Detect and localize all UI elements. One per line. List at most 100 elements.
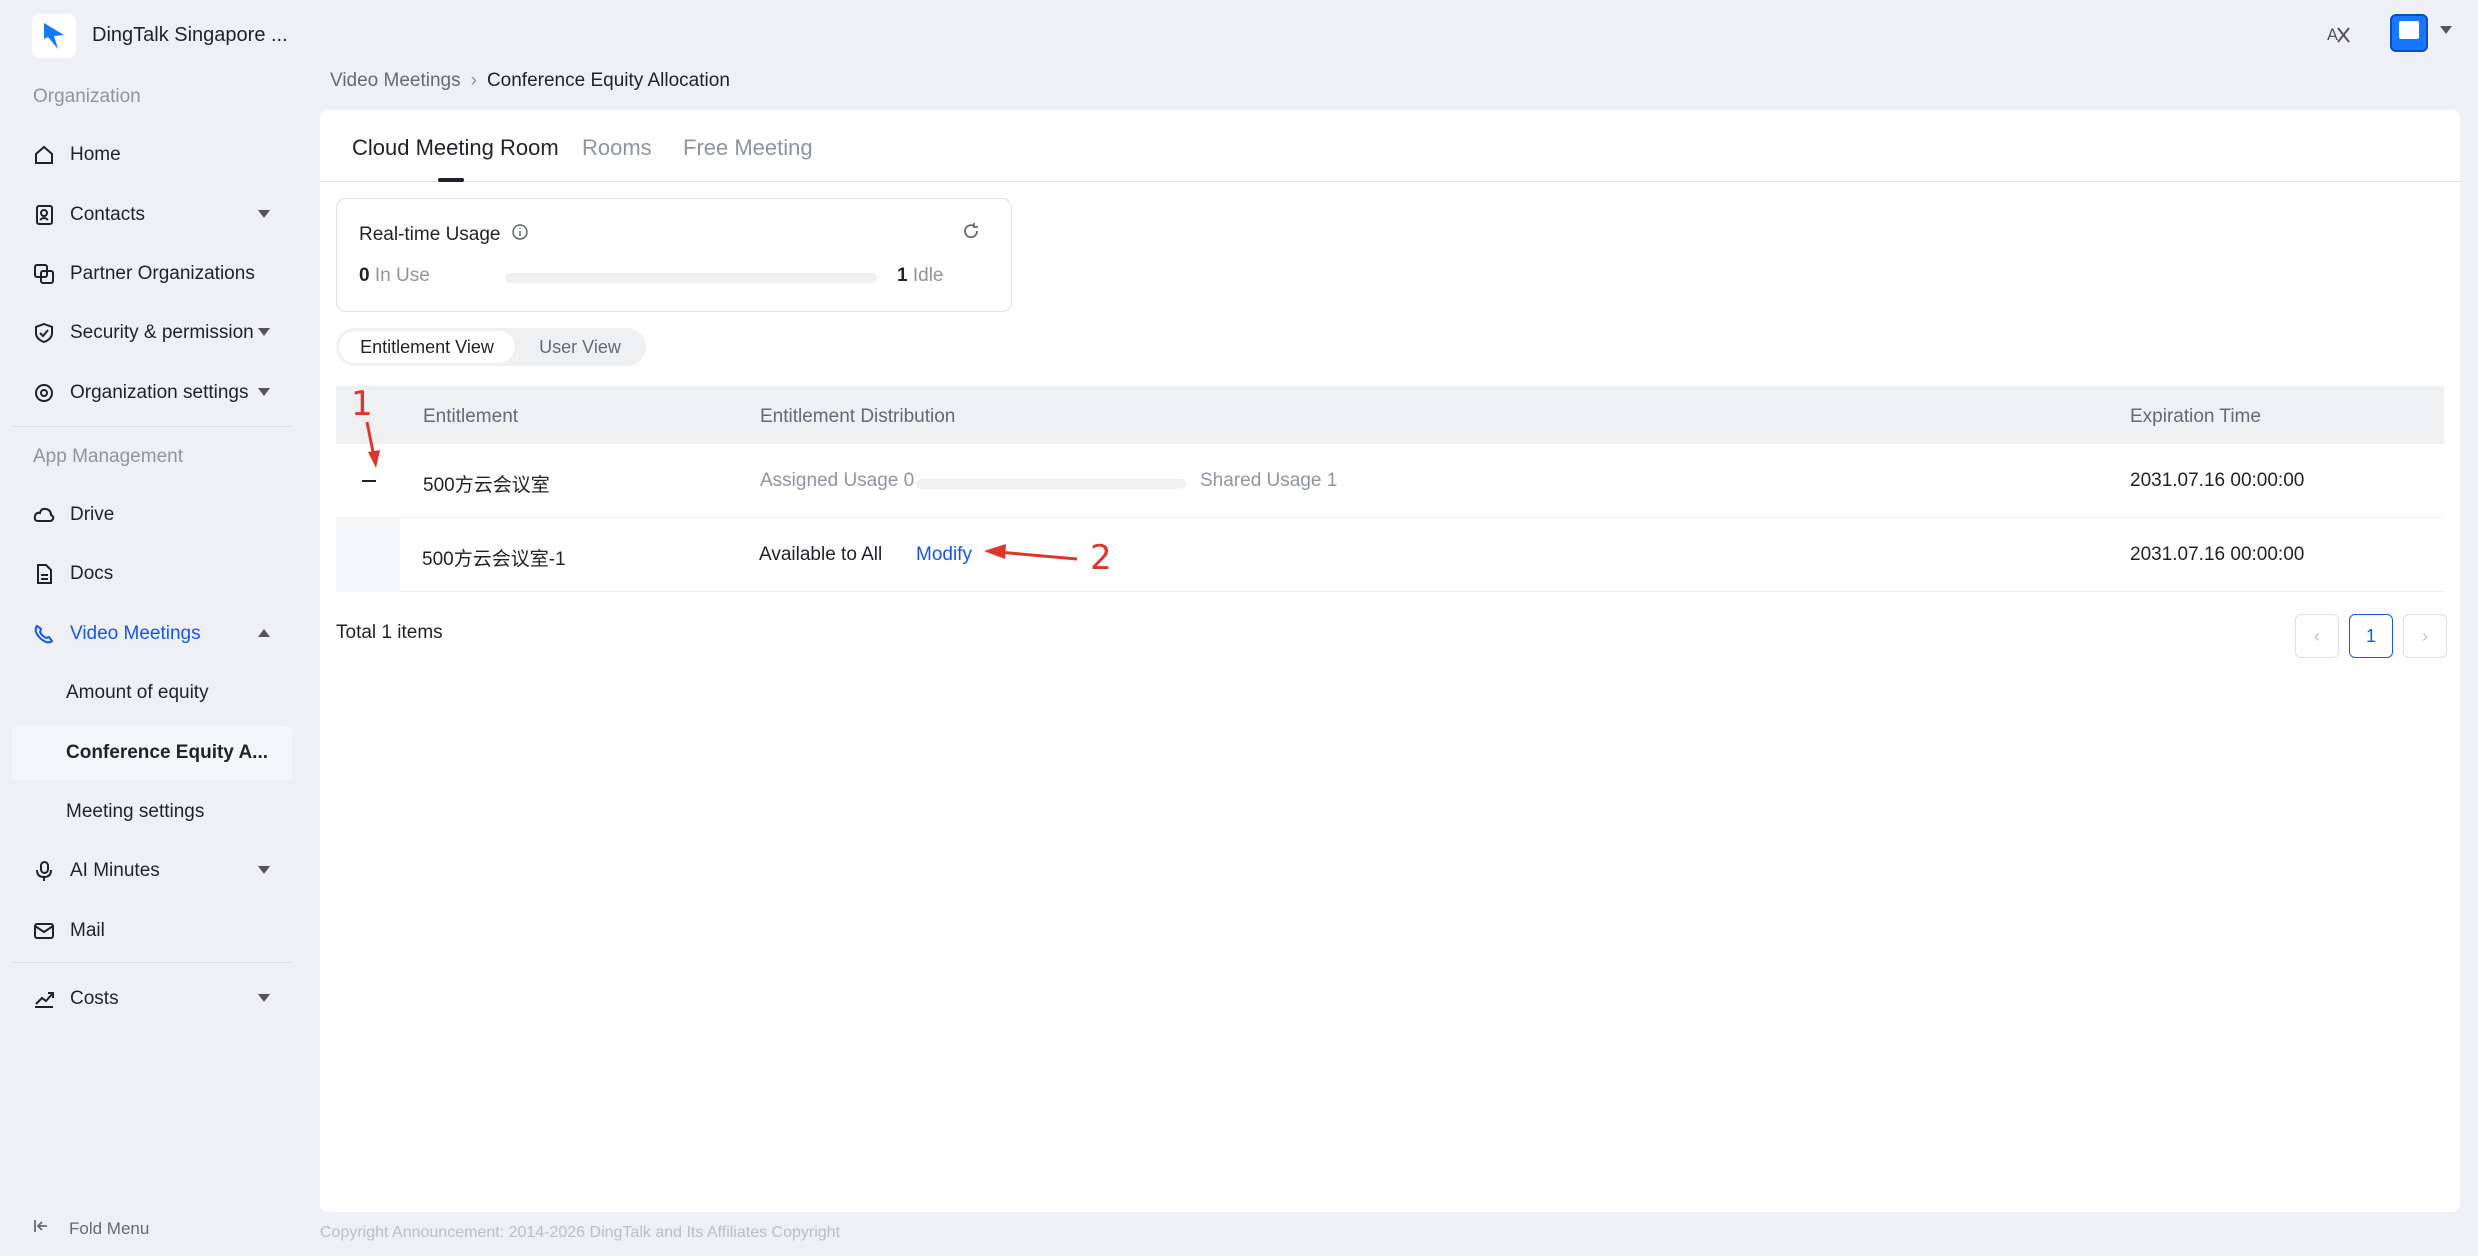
org-switcher[interactable]: DingTalk Singapore ... [92, 24, 288, 47]
sidebar-item-mail[interactable]: Mail [12, 904, 292, 958]
chevron-down-icon [258, 328, 270, 336]
in-use-stat: 0 In Use [359, 265, 430, 287]
in-use-label: In Use [374, 265, 430, 286]
usage-title-text: Real-time Usage [359, 224, 501, 245]
fold-menu-button[interactable]: Fold Menu [33, 1218, 149, 1239]
row-gutter [336, 518, 400, 592]
usage-progress-bar [505, 273, 877, 283]
chevron-right-icon: › [470, 70, 477, 91]
breadcrumb: Video Meetings › Conference Equity Alloc… [330, 70, 730, 92]
sidebar-item-label: Video Meetings [70, 623, 201, 644]
annotation-number-2: 2 [1090, 538, 1112, 578]
chevron-up-icon [258, 629, 270, 637]
tab-bar: Cloud Meeting Room Rooms Free Meeting [320, 110, 2460, 182]
cloud-drive-icon [32, 503, 56, 527]
table-header: Entitlement Entitlement Distribution Exp… [336, 386, 2444, 444]
annotation-number-1: 1 [351, 384, 373, 424]
idle-count: 1 [897, 265, 908, 286]
modify-link[interactable]: Modify [916, 544, 972, 566]
usage-title: Real-time Usage [359, 223, 529, 247]
sidebar-item-video-meetings[interactable]: Video Meetings [12, 607, 292, 661]
tab-cloud-meeting-room[interactable]: Cloud Meeting Room [352, 135, 559, 161]
sidebar-item-label: Mail [70, 920, 105, 941]
section-title-organization: Organization [33, 86, 141, 107]
document-icon [32, 562, 56, 586]
sidebar-item-label: Docs [70, 563, 114, 584]
sidebar-item-drive[interactable]: Drive [12, 488, 292, 542]
breadcrumb-parent-link[interactable]: Video Meetings [330, 70, 461, 92]
expiration-time: 2031.07.16 00:00:00 [2130, 544, 2305, 565]
view-toggle: Entitlement View User View [336, 328, 646, 366]
translate-icon[interactable]: A [2323, 20, 2353, 50]
breadcrumb-current: Conference Equity Allocation [486, 70, 730, 91]
info-icon[interactable] [511, 223, 529, 247]
dingtalk-logo-icon[interactable] [32, 14, 76, 58]
video-meeting-icon [32, 622, 56, 646]
sidebar-item-security[interactable]: Security & permission [12, 306, 292, 360]
active-tab-indicator [438, 178, 464, 182]
idle-stat: 1 Idle [897, 265, 944, 287]
shield-icon [32, 321, 56, 345]
sidebar-subitem-conference-equity-allocation[interactable]: Conference Equity A... [12, 726, 292, 780]
column-header-expiration: Expiration Time [2130, 406, 2261, 427]
mail-icon [32, 919, 56, 943]
assigned-usage: Assigned Usage 0 [760, 470, 915, 491]
tab-rooms[interactable]: Rooms [582, 135, 652, 161]
sidebar-item-ai-minutes[interactable]: AI Minutes [12, 844, 292, 898]
sidebar-item-costs[interactable]: Costs [12, 972, 292, 1026]
sidebar-subitem-amount-of-equity[interactable]: Amount of equity [12, 666, 292, 720]
sidebar-item-label: Drive [70, 504, 115, 525]
sidebar-subitem-meeting-settings[interactable]: Meeting settings [12, 785, 292, 839]
chevron-down-icon [258, 388, 270, 396]
section-title-app-management: App Management [33, 446, 183, 467]
entitlement-view-button[interactable]: Entitlement View [339, 331, 515, 363]
next-page-button[interactable]: › [2403, 614, 2447, 658]
sidebar: Organization Home Contacts Partner Organ… [0, 72, 296, 1256]
column-header-entitlement: Entitlement [423, 406, 519, 427]
sidebar-item-docs[interactable]: Docs [12, 547, 292, 601]
total-items: Total 1 items [336, 622, 443, 643]
top-bar: DingTalk Singapore ... A [0, 0, 2478, 72]
sidebar-item-organization-settings[interactable]: Organization settings [12, 366, 292, 420]
sidebar-divider [12, 426, 292, 427]
chevron-down-icon [258, 994, 270, 1002]
sidebar-item-partner-organizations[interactable]: Partner Organizations [12, 247, 292, 301]
fold-menu-icon [33, 1218, 49, 1239]
availability: Available to All [759, 544, 883, 565]
page-1-button[interactable]: 1 [2349, 614, 2393, 658]
settings-icon [32, 381, 56, 405]
tab-free-meeting[interactable]: Free Meeting [683, 135, 813, 161]
sidebar-item-home[interactable]: Home [12, 128, 292, 182]
sidebar-item-label: AI Minutes [70, 860, 160, 881]
sidebar-item-label: Costs [70, 988, 119, 1009]
sidebar-item-label: Security & permission [70, 322, 254, 343]
expiration-time: 2031.07.16 00:00:00 [2130, 470, 2305, 491]
realtime-usage-card: Real-time Usage 0 In Use 1 Idle [336, 198, 1012, 312]
microphone-icon [32, 859, 56, 883]
svg-text:A: A [2327, 25, 2338, 44]
entitlement-name: 500方云会议室-1 [422, 549, 566, 570]
entitlement-name: 500方云会议室 [423, 475, 550, 496]
column-header-distribution: Entitlement Distribution [760, 406, 956, 427]
prev-page-button[interactable]: ‹ [2295, 614, 2339, 658]
chevron-down-icon [258, 210, 270, 218]
shared-usage: Shared Usage 1 [1200, 470, 1338, 491]
user-avatar[interactable] [2390, 14, 2428, 52]
chevron-down-icon[interactable] [2440, 26, 2452, 34]
sidebar-item-label: Home [70, 144, 121, 165]
in-use-count: 0 [359, 265, 370, 286]
main-panel: Cloud Meeting Room Rooms Free Meeting Re… [320, 110, 2460, 1212]
collapse-row-icon[interactable] [362, 480, 376, 482]
copyright-footer: Copyright Announcement: 2014-2026 DingTa… [320, 1224, 841, 1241]
home-icon [32, 143, 56, 167]
sidebar-item-label: Contacts [70, 204, 145, 225]
sidebar-item-label: Partner Organizations [70, 263, 255, 284]
sidebar-item-contacts[interactable]: Contacts [12, 188, 292, 242]
contacts-icon [32, 203, 56, 227]
refresh-icon[interactable] [961, 221, 981, 246]
fold-menu-label: Fold Menu [69, 1218, 150, 1238]
table-row: 500方云会议室 Assigned Usage 0 Shared Usage 1… [336, 444, 2444, 518]
table-row: 500方云会议室-1 Available to All Modify 2031.… [336, 518, 2444, 592]
user-view-button[interactable]: User View [518, 331, 642, 363]
sidebar-divider [12, 962, 292, 963]
